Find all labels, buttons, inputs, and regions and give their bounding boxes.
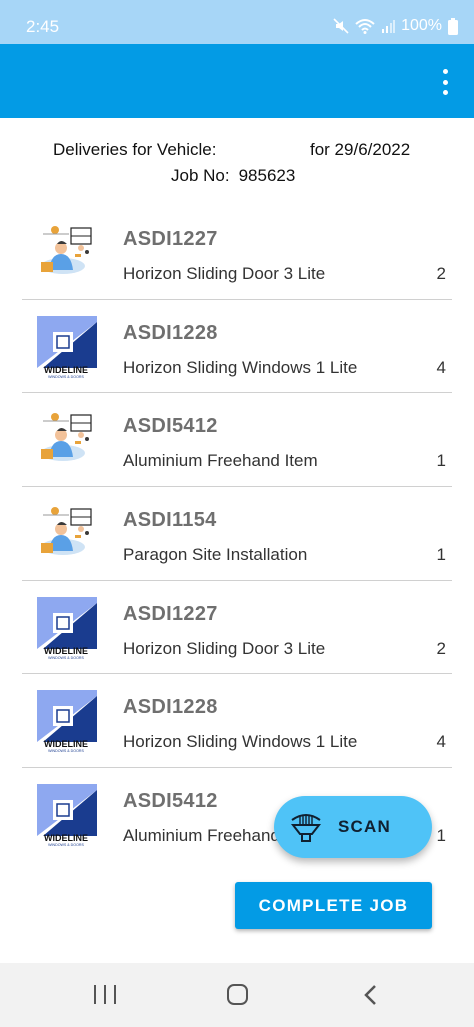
installer-illustration-thumbnail bbox=[35, 503, 97, 566]
job-label: Job No: bbox=[171, 166, 230, 185]
delivery-description: Horizon Sliding Door 3 Lite bbox=[123, 264, 326, 283]
complete-job-button[interactable]: COMPLETE JOB bbox=[235, 882, 432, 929]
wideline-logo-thumbnail: WIDELINE WINDOWS & DOORS bbox=[35, 690, 97, 753]
delivery-description: Horizon Sliding Door 3 Lite bbox=[123, 638, 326, 658]
deliveries-label: Deliveries for Vehicle: bbox=[53, 140, 217, 159]
wideline-logo-thumbnail: WIDELINE WINDOWS & DOORS bbox=[35, 596, 97, 660]
screen: 2:45 100% Deliveries for Vehicle: for 29… bbox=[0, 0, 474, 1027]
delivery-description: Paragon Site Installation bbox=[123, 545, 308, 565]
more-vert-icon[interactable] bbox=[432, 66, 458, 98]
delivery-code: ASDI5412 bbox=[123, 415, 218, 438]
battery-percent: 100% bbox=[401, 17, 442, 34]
delivery-row[interactable]: WIDELINE WINDOWS & DOORS ASDI1227 Horizon S… bbox=[22, 581, 452, 675]
delivery-quantity: 1 bbox=[436, 451, 446, 471]
delivery-quantity: 4 bbox=[436, 732, 446, 752]
wideline-logo-thumbnail: WIDELINE WINDOWS & DOORS bbox=[35, 784, 97, 847]
svg-text:WIDELINE: WIDELINE bbox=[44, 739, 88, 749]
app-bar bbox=[0, 44, 474, 118]
wifi-icon bbox=[355, 19, 375, 34]
delivery-code: ASDI1154 bbox=[123, 509, 217, 532]
delivery-quantity: 1 bbox=[436, 545, 446, 565]
delivery-description: Aluminium Freehand Item bbox=[123, 451, 318, 471]
svg-text:WIDELINE: WIDELINE bbox=[44, 646, 88, 656]
scan-button[interactable]: SCAN bbox=[274, 796, 432, 858]
scan-label: SCAN bbox=[338, 817, 391, 836]
delivery-list: ASDI1227 Horizon Sliding Door 3 Lite 2 WIDE… bbox=[22, 206, 452, 862]
delivery-row[interactable]: WIDELINE WINDOWS & DOORS ASDI1228 Horizon S… bbox=[22, 300, 452, 394]
delivery-code: ASDI1227 bbox=[123, 602, 218, 625]
delivery-quantity: 2 bbox=[436, 264, 446, 283]
delivery-quantity: 4 bbox=[436, 357, 446, 377]
back-icon[interactable] bbox=[362, 984, 378, 1006]
svg-text:WINDOWS & DOORS: WINDOWS & DOORS bbox=[48, 656, 84, 659]
status-icons: 100% bbox=[333, 17, 458, 35]
delivery-code: ASDI1227 bbox=[123, 228, 218, 250]
delivery-code: ASDI1228 bbox=[123, 696, 218, 719]
battery-icon bbox=[448, 17, 458, 35]
installer-illustration-thumbnail bbox=[35, 409, 97, 472]
delivery-description: Horizon Sliding Windows 1 Lite bbox=[123, 732, 358, 752]
svg-text:WINDOWS & DOORS: WINDOWS & DOORS bbox=[48, 843, 84, 846]
svg-text:WIDELINE: WIDELINE bbox=[44, 833, 88, 843]
delivery-row[interactable]: ASDI1154 Paragon Site Installation 1 bbox=[22, 487, 452, 581]
installer-illustration-thumbnail bbox=[35, 222, 97, 284]
delivery-row[interactable]: ASDI5412 Aluminium Freehand Item 1 bbox=[22, 393, 452, 488]
recents-icon[interactable] bbox=[94, 985, 116, 1004]
status-time: 2:45 bbox=[26, 17, 60, 36]
delivery-quantity: 1 bbox=[436, 826, 446, 846]
wideline-logo-thumbnail: WIDELINE WINDOWS & DOORS bbox=[35, 315, 97, 379]
delivery-row[interactable]: WIDELINE WINDOWS & DOORS ASDI1228 Horizon S… bbox=[22, 674, 452, 769]
job-number: 985623 bbox=[238, 166, 296, 185]
svg-text:WIDELINE: WIDELINE bbox=[44, 365, 88, 375]
status-bar: 2:45 100% bbox=[0, 0, 474, 44]
delivery-quantity: 2 bbox=[436, 638, 446, 658]
barcode-scan-icon bbox=[290, 814, 322, 842]
delivery-code: ASDI1228 bbox=[123, 321, 218, 344]
job-number-line: Job No: 985623 bbox=[171, 166, 295, 186]
delivery-description: Horizon Sliding Windows 1 Lite bbox=[123, 357, 358, 377]
delivery-code: ASDI5412 bbox=[123, 790, 218, 813]
svg-text:WINDOWS & DOORS: WINDOWS & DOORS bbox=[48, 375, 84, 378]
mute-icon bbox=[333, 18, 349, 34]
home-icon[interactable] bbox=[227, 984, 248, 1005]
delivery-date: for 29/6/2022 bbox=[310, 140, 411, 159]
signal-icon bbox=[382, 20, 396, 33]
svg-text:WINDOWS & DOORS: WINDOWS & DOORS bbox=[48, 749, 84, 752]
system-nav-bar bbox=[0, 963, 474, 1027]
delivery-row[interactable]: ASDI1227 Horizon Sliding Door 3 Lite 2 bbox=[22, 206, 452, 300]
